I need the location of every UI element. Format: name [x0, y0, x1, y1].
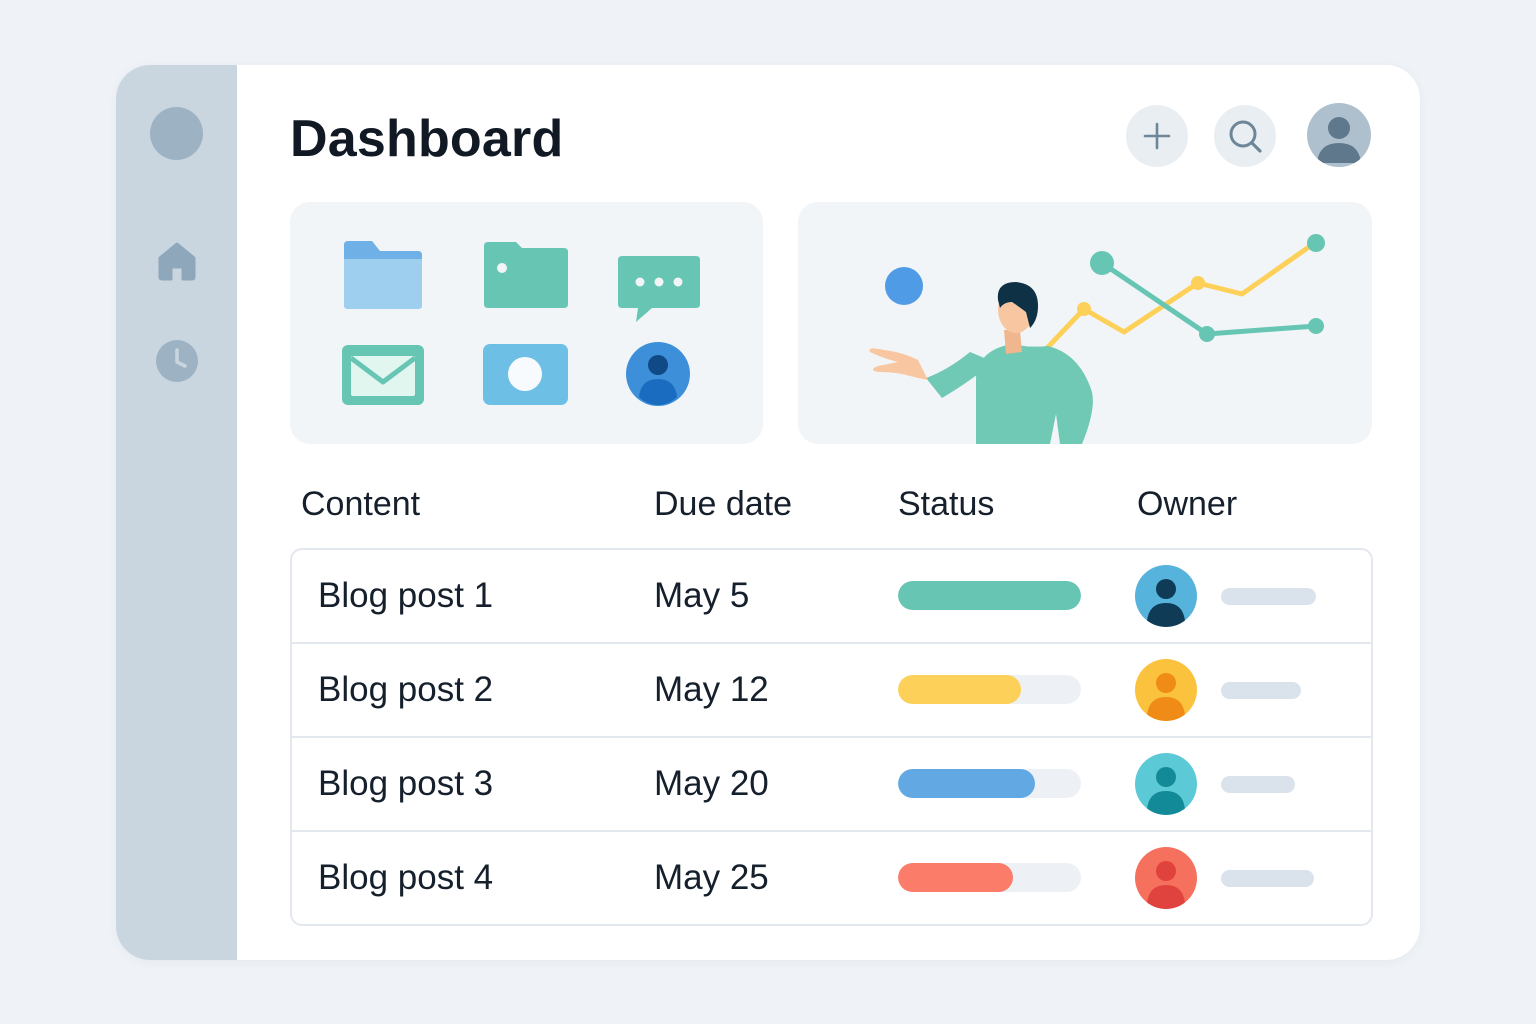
- due-date-cell: May 12: [654, 670, 769, 709]
- owner-name-placeholder: [1221, 870, 1314, 887]
- due-date-cell: May 20: [654, 764, 769, 803]
- content-cell: Blog post 2: [318, 670, 494, 709]
- status-progress-bar: [898, 581, 1081, 610]
- folder-icon[interactable]: [342, 239, 424, 311]
- content-cell: Blog post 3: [318, 764, 494, 803]
- column-header-due-date[interactable]: Due date: [654, 485, 792, 524]
- analytics-illustration: [798, 202, 1372, 444]
- user-icon: [1147, 767, 1185, 815]
- mail-icon[interactable]: [341, 344, 425, 406]
- content-cell: Blog post 1: [318, 576, 494, 615]
- status-progress-fill: [898, 863, 1014, 892]
- search-button[interactable]: [1214, 105, 1276, 167]
- column-header-content[interactable]: Content: [301, 485, 420, 524]
- status-progress-fill: [898, 769, 1036, 798]
- owner-avatar[interactable]: [1135, 847, 1197, 909]
- folder-icon[interactable]: [482, 240, 570, 310]
- table-row[interactable]: Blog post 1 May 5: [292, 550, 1371, 644]
- owner-avatar[interactable]: [1135, 659, 1197, 721]
- owner-avatar[interactable]: [1135, 753, 1197, 815]
- status-progress-fill: [898, 581, 1081, 610]
- owner-name-placeholder: [1221, 776, 1295, 793]
- user-icon: [1147, 861, 1185, 909]
- due-date-cell: May 5: [654, 576, 750, 615]
- due-date-cell: May 25: [654, 858, 769, 897]
- table-row[interactable]: Blog post 2 May 12: [292, 642, 1371, 736]
- photo-icon[interactable]: [482, 343, 569, 406]
- owner-name-placeholder: [1221, 682, 1301, 699]
- table-row[interactable]: Blog post 4 May 25: [292, 830, 1371, 924]
- status-progress-fill: [898, 675, 1021, 704]
- owner-name-placeholder: [1221, 588, 1316, 605]
- chat-bubble-icon[interactable]: [616, 254, 702, 326]
- status-progress-bar: [898, 675, 1081, 704]
- table-row[interactable]: Blog post 3 May 20: [292, 736, 1371, 830]
- column-header-owner[interactable]: Owner: [1137, 485, 1237, 524]
- status-progress-bar: [898, 769, 1081, 798]
- user-avatar-icon: [1317, 117, 1361, 163]
- status-progress-bar: [898, 863, 1081, 892]
- user-icon[interactable]: [625, 341, 691, 407]
- home-icon[interactable]: [154, 237, 200, 283]
- quick-apps-card: [290, 202, 763, 444]
- add-button[interactable]: [1126, 105, 1188, 167]
- owner-avatar[interactable]: [1135, 565, 1197, 627]
- logo-circle[interactable]: [150, 107, 203, 160]
- content-table: Blog post 1 May 5 Blog post 2 May 12 Blo…: [290, 548, 1373, 926]
- search-icon: [1229, 120, 1262, 153]
- sidebar: [116, 65, 237, 960]
- column-header-status[interactable]: Status: [898, 485, 994, 524]
- clock-icon[interactable]: [154, 338, 200, 384]
- plus-icon: [1143, 122, 1171, 150]
- user-avatar[interactable]: [1307, 103, 1371, 167]
- page-title: Dashboard: [290, 110, 564, 168]
- user-icon: [1147, 579, 1185, 627]
- person-with-chart-illustration: [869, 234, 1325, 444]
- user-icon: [1147, 673, 1185, 721]
- content-cell: Blog post 4: [318, 858, 494, 897]
- app-window: Dashboard Content Due date Status Owner …: [116, 65, 1420, 960]
